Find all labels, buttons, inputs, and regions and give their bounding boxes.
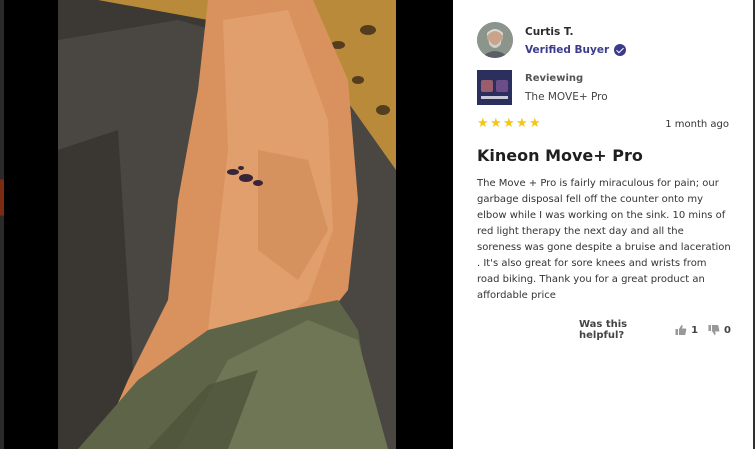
product-name: The MOVE+ Pro	[525, 90, 608, 103]
user-avatar-icon	[477, 22, 513, 58]
helpful-vote-row: Was this helpful? 1 0	[579, 319, 731, 341]
star-icon: ★	[516, 116, 528, 131]
star-icon: ★	[529, 116, 541, 131]
thumbs-up-button[interactable]: 1	[675, 324, 698, 336]
letterbox-left	[4, 0, 58, 449]
review-photo[interactable]	[58, 0, 396, 449]
review-card: Curtis T. Verified Buyer Reviewing The M…	[453, 0, 753, 449]
product-thumbnail-icon	[477, 70, 512, 105]
thumbs-down-button[interactable]: 0	[708, 324, 731, 336]
thumbs-down-count: 0	[724, 324, 731, 336]
review-title: Kineon Move+ Pro	[477, 146, 643, 165]
reviewed-product[interactable]: Reviewing The MOVE+ Pro	[477, 70, 608, 105]
thumbs-down-icon	[708, 325, 720, 335]
thumbs-up-count: 1	[691, 324, 699, 336]
star-rating: ★ ★ ★ ★ ★	[477, 116, 541, 131]
verified-buyer-badge: Verified Buyer	[525, 43, 627, 56]
reviewing-label: Reviewing	[525, 72, 584, 84]
review-body: The Move + Pro is fairly miraculous for …	[477, 178, 731, 301]
letterbox-right	[396, 0, 453, 449]
verified-check-icon	[614, 43, 627, 56]
review-date: 1 month ago	[665, 118, 729, 130]
rating-row: ★ ★ ★ ★ ★ 1 month ago	[477, 116, 729, 131]
reviewer-info: Curtis T. Verified Buyer	[477, 22, 627, 58]
reviewer-name: Curtis T.	[525, 25, 574, 38]
thumbs-up-icon	[675, 325, 687, 335]
star-icon: ★	[503, 116, 515, 131]
verified-buyer-label: Verified Buyer	[525, 43, 610, 56]
star-icon: ★	[477, 116, 489, 131]
helpful-label: Was this helpful?	[579, 319, 628, 341]
star-icon: ★	[490, 116, 502, 131]
review-photo-image	[58, 0, 396, 449]
